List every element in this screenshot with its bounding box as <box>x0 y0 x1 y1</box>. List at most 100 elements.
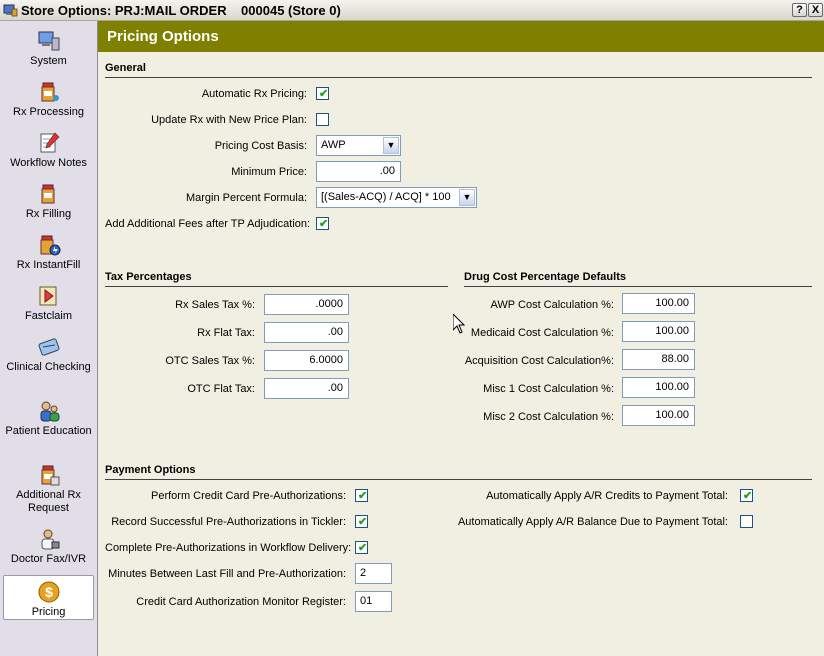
instantfill-icon <box>40 235 60 256</box>
otc-sales-tax-input[interactable]: 6.0000 <box>264 350 349 371</box>
section-title-general: General <box>105 62 146 74</box>
awp-cost-label: AWP Cost Calculation %: <box>490 299 615 311</box>
sidebar-item-label: Pricing <box>31 606 66 618</box>
minutes-between-input[interactable]: 2 <box>355 563 392 584</box>
cc-monitor-register-label: Credit Card Authorization Monitor Regist… <box>136 596 346 608</box>
sidebar-item-fastclaim[interactable]: Fastclaim <box>3 284 94 323</box>
sidebar-item-label: System <box>30 55 67 67</box>
sidebar-item-clinical-checking[interactable]: Clinical Checking <box>3 335 94 374</box>
options-sidebar: System Rx Processing Workflow Notes Rx F… <box>0 21 98 656</box>
pricing-cost-basis-label: Pricing Cost Basis: <box>214 140 307 152</box>
otc-flat-tax-input[interactable]: .00 <box>264 378 349 399</box>
sidebar-item-label: Rx Processing <box>13 106 84 118</box>
otc-flat-tax-label: OTC Flat Tax: <box>187 383 255 395</box>
clinical-icon <box>38 338 59 356</box>
otc-sales-tax-label: OTC Sales Tax %: <box>165 355 255 367</box>
record-preauth-tickler-checkbox[interactable]: ✔ <box>355 515 368 528</box>
check-mark-icon: ✔ <box>358 542 368 554</box>
auto-apply-ar-balance-label: Automatically Apply A/R Balance Due to P… <box>457 516 728 528</box>
sidebar-item-label: Patient Education <box>5 425 92 437</box>
sidebar-item-doctor-fax-ivr[interactable]: Doctor Fax/IVR <box>3 527 94 566</box>
people-icon <box>40 401 59 422</box>
auto-apply-ar-credits-label: Automatically Apply A/R Credits to Payme… <box>486 490 728 502</box>
minutes-between-label: Minutes Between Last Fill and Pre-Author… <box>108 568 346 580</box>
sidebar-item-rx-filling[interactable]: Rx Filling <box>3 182 94 221</box>
complete-preauth-workflow-checkbox[interactable]: ✔ <box>355 541 368 554</box>
section-divider <box>464 286 812 287</box>
minimum-price-label: Minimum Price: <box>231 166 307 178</box>
automatic-rx-pricing-label: Automatic Rx Pricing: <box>201 88 307 100</box>
check-mark-icon: ✔ <box>358 490 368 502</box>
auto-apply-ar-balance-checkbox[interactable] <box>740 515 753 528</box>
add-additional-fees-checkbox[interactable]: ✔ <box>316 217 329 230</box>
help-button[interactable]: ? <box>792 3 807 17</box>
sidebar-item-label: Doctor Fax/IVR <box>10 553 87 565</box>
add-additional-fees-label: Add Additional Fees after TP Adjudicatio… <box>105 218 311 230</box>
pricing-cost-basis-select[interactable]: AWP ▼ <box>316 135 401 156</box>
chevron-down-icon[interactable]: ▼ <box>459 189 475 206</box>
check-mark-icon: ✔ <box>358 516 368 528</box>
sidebar-item-rx-instantfill[interactable]: Rx InstantFill <box>3 233 94 272</box>
mouse-cursor-icon <box>453 314 465 334</box>
sidebar-item-additional-rx-request[interactable]: Additional Rx Request <box>3 463 94 515</box>
perform-cc-preauth-label: Perform Credit Card Pre-Authorizations: <box>150 490 346 502</box>
margin-percent-formula-value: [(Sales-ACQ) / ACQ] * 100 <box>321 191 451 203</box>
panel-header: Pricing Options <box>98 21 824 52</box>
update-rx-price-plan-checkbox[interactable] <box>316 113 329 126</box>
medicaid-cost-input[interactable]: 100.00 <box>622 321 695 342</box>
computer-icon <box>38 31 59 51</box>
automatic-rx-pricing-checkbox[interactable]: ✔ <box>316 87 329 100</box>
auto-apply-ar-credits-checkbox[interactable]: ✔ <box>740 489 753 502</box>
perform-cc-preauth-checkbox[interactable]: ✔ <box>355 489 368 502</box>
window-title-bar: Store Options: PRJ:MAIL ORDER 000045 (St… <box>0 0 824 21</box>
sidebar-item-patient-education[interactable]: Patient Education <box>3 399 94 438</box>
misc2-cost-input[interactable]: 100.00 <box>622 405 695 426</box>
doctor-icon <box>41 529 59 550</box>
pricing-options-panel: Pricing Options General Automatic Rx Pri… <box>98 21 824 656</box>
sidebar-item-workflow-notes[interactable]: Workflow Notes <box>3 131 94 170</box>
sidebar-item-label: Rx Filling <box>25 208 72 220</box>
rx-sales-tax-input[interactable]: .0000 <box>264 294 349 315</box>
medicaid-cost-label: Medicaid Cost Calculation %: <box>470 327 614 339</box>
chevron-down-icon[interactable]: ▼ <box>383 137 399 154</box>
svg-text:$: $ <box>45 584 53 600</box>
misc1-cost-label: Misc 1 Cost Calculation %: <box>483 383 614 395</box>
close-button[interactable]: X <box>808 3 823 17</box>
pill-bottle-icon <box>41 82 59 102</box>
page-title: Pricing Options <box>107 28 219 45</box>
pill-bottle-icon <box>41 465 59 486</box>
update-rx-price-plan-label: Update Rx with New Price Plan: <box>151 114 307 126</box>
misc2-cost-label: Misc 2 Cost Calculation %: <box>483 411 614 423</box>
sidebar-item-label: Rx InstantFill <box>16 259 81 271</box>
rx-flat-tax-input[interactable]: .00 <box>264 322 349 343</box>
rx-sales-tax-label: Rx Sales Tax %: <box>175 299 255 311</box>
sidebar-item-label: Workflow Notes <box>10 157 87 169</box>
sidebar-item-label: Additional Rx Request <box>16 489 81 514</box>
rx-flat-tax-label: Rx Flat Tax: <box>197 327 255 339</box>
misc1-cost-input[interactable]: 100.00 <box>622 377 695 398</box>
check-mark-icon: ✔ <box>319 88 329 100</box>
app-icon <box>3 4 18 17</box>
section-divider <box>105 286 448 287</box>
margin-percent-formula-label: Margin Percent Formula: <box>185 192 307 204</box>
sidebar-item-pricing[interactable]: $ Pricing <box>3 575 94 620</box>
check-mark-icon: ✔ <box>319 218 329 230</box>
acquisition-cost-input[interactable]: 88.00 <box>622 349 695 370</box>
cc-monitor-register-input[interactable]: 01 <box>355 591 392 612</box>
pricing-cost-basis-value: AWP <box>321 139 346 151</box>
pill-bottle-icon <box>41 184 54 204</box>
section-title-payment: Payment Options <box>105 464 196 476</box>
record-preauth-tickler-label: Record Successful Pre-Authorizations in … <box>111 516 346 528</box>
check-mark-icon: ✔ <box>743 490 753 502</box>
window-title: Store Options: PRJ:MAIL ORDER 000045 (St… <box>21 3 341 18</box>
dollar-coin-icon: $ <box>38 581 59 603</box>
claim-icon <box>39 286 56 306</box>
sidebar-item-rx-processing[interactable]: Rx Processing <box>3 80 94 119</box>
sidebar-item-label: Fastclaim <box>24 310 73 322</box>
section-divider <box>105 479 812 480</box>
margin-percent-formula-select[interactable]: [(Sales-ACQ) / ACQ] * 100 ▼ <box>316 187 477 208</box>
section-title-tax: Tax Percentages <box>105 271 192 283</box>
sidebar-item-system[interactable]: System <box>3 29 94 68</box>
awp-cost-input[interactable]: 100.00 <box>622 293 695 314</box>
minimum-price-input[interactable]: .00 <box>316 161 401 182</box>
